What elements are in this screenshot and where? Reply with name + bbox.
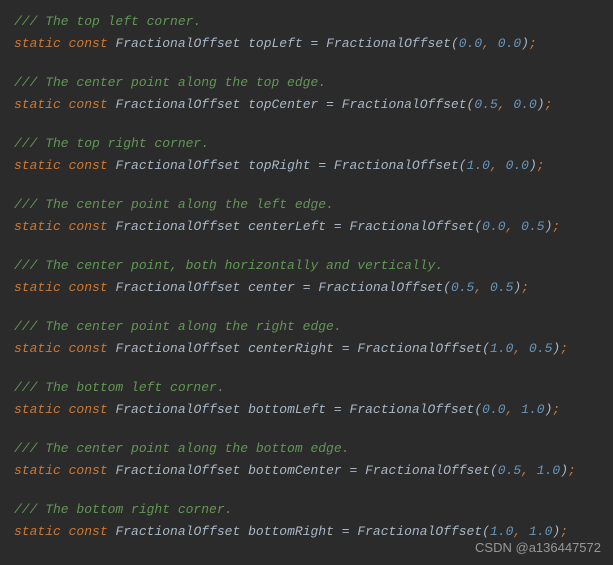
identifier-token: center [248,280,295,295]
number-token: 1.0 [529,524,552,539]
keyword-token: static [14,219,61,234]
blank-line [14,421,599,439]
classname-token: FractionalOffset [357,341,482,356]
type-token: FractionalOffset [115,97,240,112]
number-token: 0.5 [451,280,474,295]
keyword-token: static [14,463,61,478]
doc-comment: /// The center point, both horizontally … [14,258,443,273]
number-token: 0.5 [490,280,513,295]
classname-token: FractionalOffset [334,158,459,173]
identifier-token: bottomLeft [248,402,326,417]
declaration-line: static const FractionalOffset topCenter … [14,95,599,115]
comment-line: /// The center point along the left edge… [14,195,599,215]
declaration-line: static const FractionalOffset topRight =… [14,156,599,176]
number-token: 0.0 [506,158,529,173]
number-token: 1.0 [521,402,544,417]
number-token: 1.0 [490,524,513,539]
identifier-token: topLeft [248,36,303,51]
number-token: 0.0 [482,219,505,234]
doc-comment: /// The center point along the bottom ed… [14,441,349,456]
comment-line: /// The top right corner. [14,134,599,154]
comment-line: /// The bottom right corner. [14,500,599,520]
declaration-line: static const FractionalOffset topLeft = … [14,34,599,54]
doc-comment: /// The top left corner. [14,14,201,29]
identifier-token: centerRight [248,341,334,356]
comment-line: /// The top left corner. [14,12,599,32]
identifier-token: bottomRight [248,524,334,539]
keyword-token: const [69,97,108,112]
classname-token: FractionalOffset [365,463,490,478]
number-token: 0.5 [529,341,552,356]
type-token: FractionalOffset [115,402,240,417]
keyword-token: const [69,341,108,356]
number-token: 0.5 [498,463,521,478]
classname-token: FractionalOffset [357,524,482,539]
number-token: 1.0 [467,158,490,173]
comment-line: /// The center point along the right edg… [14,317,599,337]
code-block: /// The top left corner. static const Fra… [14,12,599,541]
doc-comment: /// The center point along the top edge. [14,75,326,90]
keyword-token: static [14,402,61,417]
comment-line: /// The center point along the top edge. [14,73,599,93]
keyword-token: const [69,524,108,539]
identifier-token: topCenter [248,97,318,112]
doc-comment: /// The bottom right corner. [14,502,232,517]
number-token: 0.0 [482,402,505,417]
comment-line: /// The center point along the bottom ed… [14,439,599,459]
keyword-token: static [14,158,61,173]
identifier-token: topRight [248,158,310,173]
classname-token: FractionalOffset [350,402,475,417]
blank-line [14,55,599,73]
doc-comment: /// The bottom left corner. [14,380,225,395]
identifier-token: bottomCenter [248,463,342,478]
blank-line [14,116,599,134]
keyword-token: static [14,524,61,539]
keyword-token: const [69,219,108,234]
keyword-token: static [14,341,61,356]
keyword-token: static [14,97,61,112]
type-token: FractionalOffset [115,36,240,51]
declaration-line: static const FractionalOffset bottomCent… [14,461,599,481]
blank-line [14,299,599,317]
number-token: 0.5 [474,97,497,112]
classname-token: FractionalOffset [350,219,475,234]
keyword-token: const [69,463,108,478]
declaration-line: static const FractionalOffset centerLeft… [14,217,599,237]
doc-comment: /// The center point along the left edge… [14,197,334,212]
blank-line [14,360,599,378]
blank-line [14,482,599,500]
number-token: 0.0 [459,36,482,51]
number-token: 0.0 [513,97,536,112]
keyword-token: const [69,36,108,51]
identifier-token: centerLeft [248,219,326,234]
blank-line [14,238,599,256]
type-token: FractionalOffset [115,463,240,478]
type-token: FractionalOffset [115,341,240,356]
declaration-line: static const FractionalOffset center = F… [14,278,599,298]
type-token: FractionalOffset [115,524,240,539]
declaration-line: static const FractionalOffset centerRigh… [14,339,599,359]
keyword-token: static [14,36,61,51]
classname-token: FractionalOffset [318,280,443,295]
classname-token: FractionalOffset [342,97,467,112]
number-token: 1.0 [537,463,560,478]
keyword-token: const [69,280,108,295]
number-token: 0.0 [498,36,521,51]
doc-comment: /// The top right corner. [14,136,209,151]
doc-comment: /// The center point along the right edg… [14,319,342,334]
classname-token: FractionalOffset [326,36,451,51]
type-token: FractionalOffset [115,219,240,234]
number-token: 0.5 [521,219,544,234]
blank-line [14,177,599,195]
keyword-token: const [69,402,108,417]
keyword-token: const [69,158,108,173]
comment-line: /// The bottom left corner. [14,378,599,398]
type-token: FractionalOffset [115,280,240,295]
type-token: FractionalOffset [115,158,240,173]
watermark: CSDN @a136447572 [475,538,601,558]
keyword-token: static [14,280,61,295]
number-token: 1.0 [490,341,513,356]
declaration-line: static const FractionalOffset bottomLeft… [14,400,599,420]
comment-line: /// The center point, both horizontally … [14,256,599,276]
